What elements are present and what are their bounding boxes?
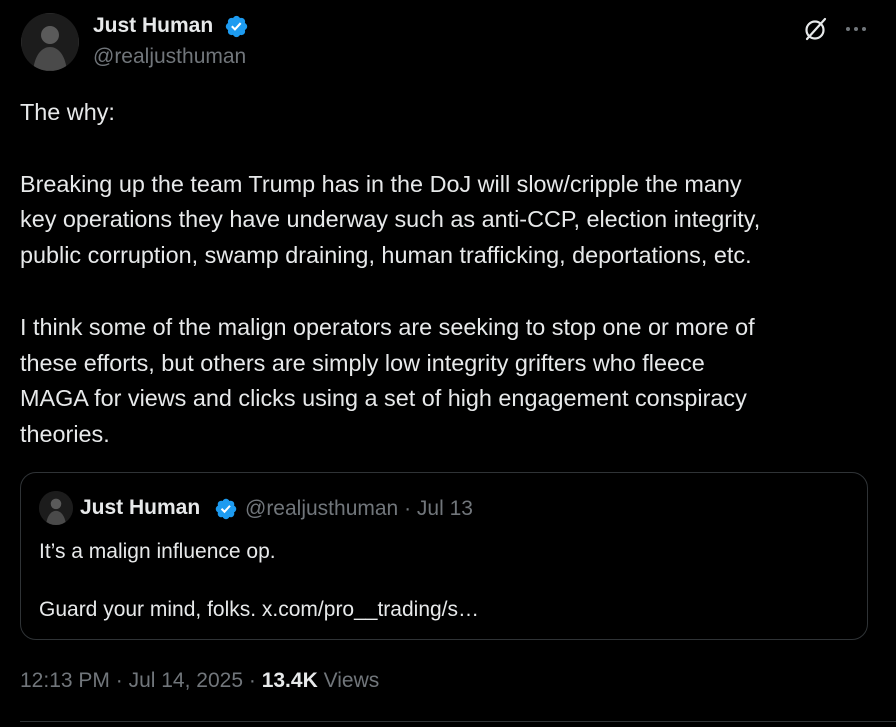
post-time[interactable]: 12:13 PM (20, 669, 110, 692)
views-count: 13.4K (261, 669, 318, 692)
quoted-author-avatar (39, 491, 73, 525)
avatar-image (39, 491, 73, 525)
post-date[interactable]: Jul 14, 2025 (129, 669, 243, 692)
verified-badge-icon (215, 498, 237, 520)
quoted-author-handle: @realjusthuman (245, 497, 399, 520)
meta-separator: · (248, 669, 256, 692)
tweet-line: Breaking up the team Trump has in the Do… (20, 170, 742, 197)
tweet-text: The why: Breaking up the team Trump has … (20, 95, 880, 453)
verified-badge-icon (225, 15, 248, 38)
tweet-header: Just Human @realjusthuman (0, 0, 896, 90)
quoted-meta: @realjusthuman · Jul 13 (245, 497, 473, 521)
author-avatar[interactable] (21, 13, 79, 71)
meta-separator: · (115, 669, 123, 692)
quoted-author-name: Just Human (80, 496, 201, 519)
tweet-line: The why: (20, 99, 115, 125)
meta-separator: · (404, 497, 412, 520)
more-options-icon[interactable] (843, 17, 869, 41)
tweet-footer: 12:13 PM · Jul 14, 2025 · 13.4K Views (20, 669, 379, 693)
tweet-line: these efforts, but others are simply low… (20, 349, 705, 376)
divider (20, 721, 896, 722)
author-handle[interactable]: @realjusthuman (93, 45, 246, 69)
quoted-line: Guard your mind, folks. x.com/pro__tradi… (39, 598, 480, 621)
avatar-image (21, 13, 79, 71)
author-name[interactable]: Just Human (93, 14, 213, 38)
views-label: Views (323, 669, 380, 692)
grok-icon[interactable] (803, 16, 829, 42)
quoted-tweet-card[interactable]: Just Human @realjusthuman · Jul 13 It’s … (20, 472, 868, 640)
quoted-line: It’s a malign influence op. (39, 540, 276, 563)
quoted-tweet-text: It’s a malign influence op. Guard your m… (39, 537, 479, 624)
quoted-date: Jul 13 (416, 497, 473, 520)
tweet-line: key operations they have underway such a… (20, 206, 761, 233)
tweet-line: public corruption, swamp draining, human… (20, 242, 752, 269)
tweet-line: I think some of the malign operators are… (20, 313, 755, 340)
tweet-line: theories. (20, 421, 110, 448)
tweet-line: MAGA for views and clicks using a set of… (20, 385, 747, 412)
